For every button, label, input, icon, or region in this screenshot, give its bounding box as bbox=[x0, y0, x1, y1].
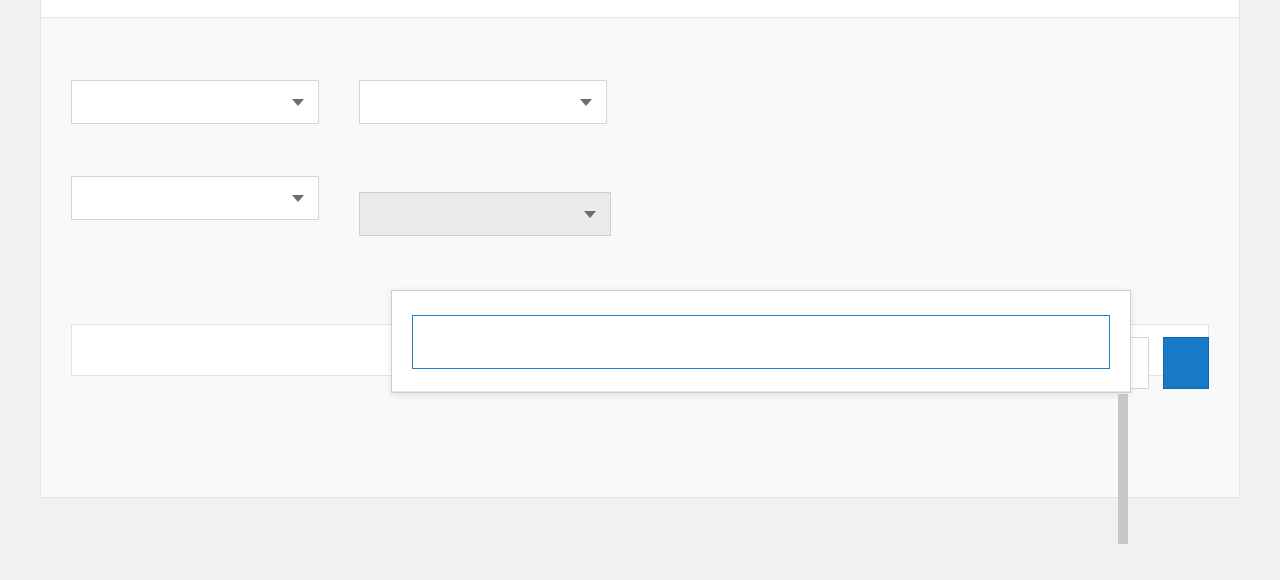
section-editor-panel bbox=[40, 18, 1240, 498]
find-playlist-dropdown bbox=[391, 290, 1131, 393]
find-playlist-select[interactable] bbox=[359, 192, 611, 236]
find-playlist-search-input[interactable] bbox=[412, 315, 1110, 369]
done-button[interactable] bbox=[1163, 337, 1209, 389]
scrollbar-thumb[interactable] bbox=[1118, 394, 1128, 544]
playlist-source-select[interactable] bbox=[71, 176, 319, 220]
caret-down-icon bbox=[292, 195, 304, 202]
spacer-label bbox=[359, 164, 611, 180]
caret-down-icon bbox=[292, 99, 304, 106]
caret-down-icon bbox=[580, 99, 592, 106]
top-strip bbox=[40, 0, 1240, 18]
content-select[interactable] bbox=[71, 80, 319, 124]
layout-select[interactable] bbox=[359, 80, 607, 124]
caret-down-icon bbox=[584, 211, 596, 218]
